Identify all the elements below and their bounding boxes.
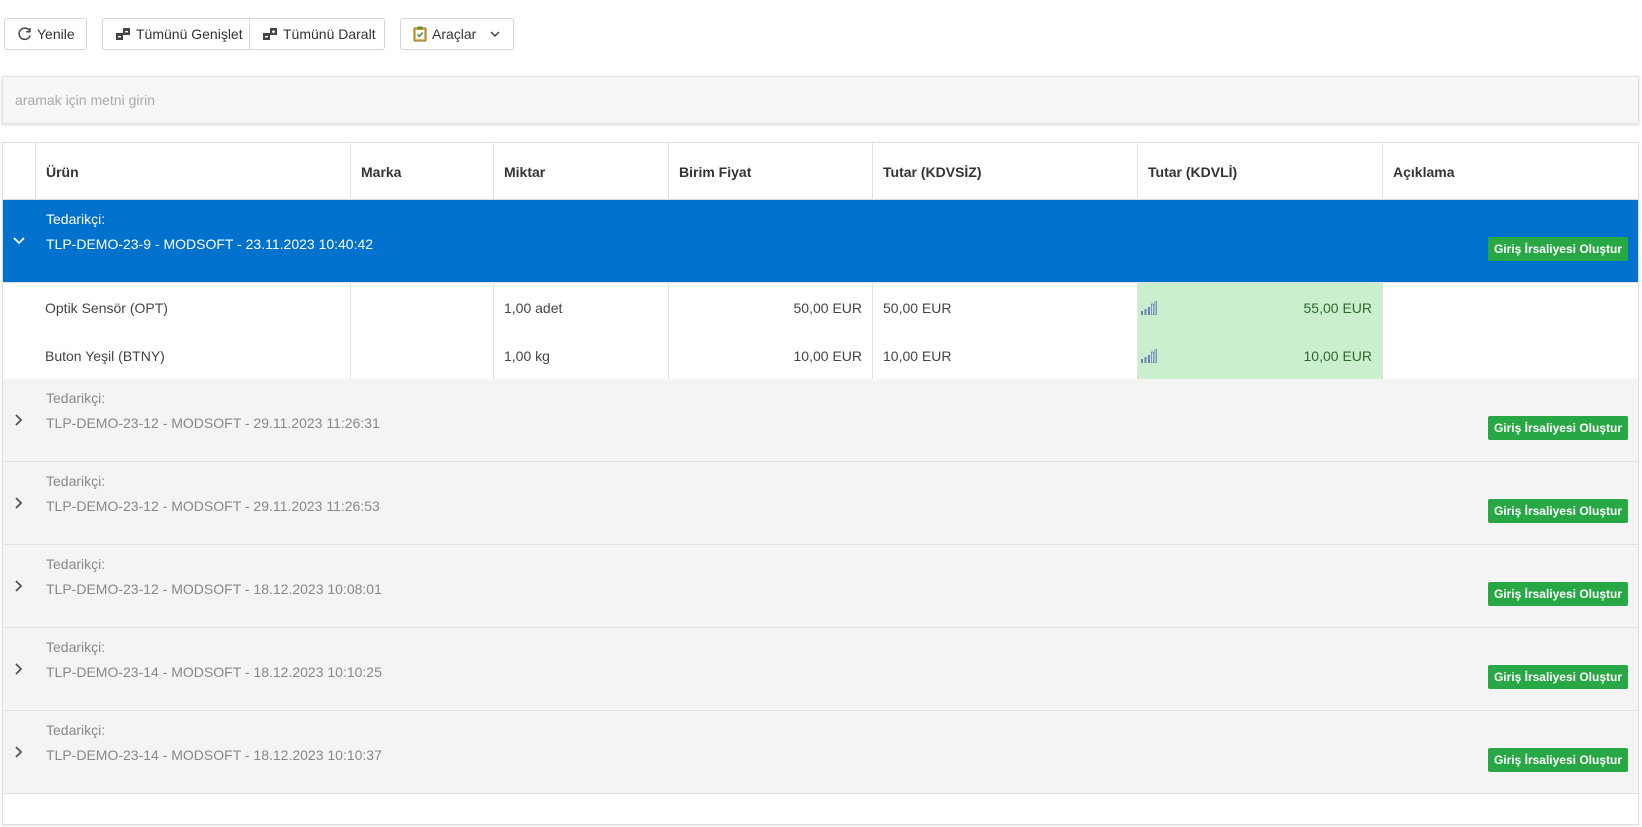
group-row[interactable]: Tedarikçi: TLP-DEMO-23-9 - MODSOFT - 23.… [3, 200, 1638, 283]
chevron-down-icon[interactable] [12, 234, 26, 248]
signal-bars-icon [1141, 348, 1158, 364]
group-row[interactable]: Tedarikçi: TLP-DEMO-23-14 - MODSOFT - 18… [3, 711, 1638, 794]
cell-brand [350, 283, 493, 332]
collapse-all-icon [262, 25, 278, 43]
collapse-all-label: Tümünü Daralt [283, 26, 376, 42]
cell-qty: 1,00 adet [493, 283, 668, 332]
expand-all-label: Tümünü Genişlet [136, 26, 243, 42]
chevron-down-icon [488, 25, 501, 43]
group-label: Tedarikçi: [46, 722, 106, 738]
cell-net: 10,00 EUR [872, 331, 1137, 380]
group-title: TLP-DEMO-23-14 - MODSOFT - 18.12.2023 10… [46, 747, 382, 763]
header-urun[interactable]: Ürün [35, 143, 350, 200]
table-row[interactable]: Buton Yeşil (BTNY) 1,00 kg 10,00 EUR 10,… [3, 331, 1638, 381]
grid-header: Ürün Marka Miktar Birim Fiyat Tutar (KDV… [3, 143, 1638, 200]
group-label: Tedarikçi: [46, 211, 106, 227]
group-title: TLP-DEMO-23-14 - MODSOFT - 18.12.2023 10… [46, 664, 382, 680]
header-tutar-kdvli[interactable]: Tutar (KDVLİ) [1137, 143, 1382, 200]
group-title: TLP-DEMO-23-12 - MODSOFT - 29.11.2023 11… [46, 415, 380, 431]
group-label: Tedarikçi: [46, 556, 106, 572]
header-marka[interactable]: Marka [350, 143, 493, 200]
create-receipt-button[interactable]: Giriş İrsaliyesi Oluştur [1487, 237, 1628, 261]
signal-bars-icon [1141, 300, 1158, 316]
group-title: TLP-DEMO-23-12 - MODSOFT - 29.11.2023 11… [46, 498, 380, 514]
expand-all-button[interactable]: Tümünü Genişlet [102, 18, 250, 50]
clipboard-icon [413, 25, 427, 43]
cell-gross-value: 55,00 EUR [1303, 299, 1372, 316]
cell-qty: 1,00 kg [493, 331, 668, 380]
header-miktar[interactable]: Miktar [493, 143, 668, 200]
chevron-right-icon[interactable] [12, 662, 26, 676]
group-label: Tedarikçi: [46, 473, 106, 489]
refresh-icon [17, 25, 32, 43]
cell-gross: 10,00 EUR [1137, 331, 1382, 380]
collapse-all-button[interactable]: Tümünü Daralt [250, 18, 385, 50]
table-row[interactable]: Optik Sensör (OPT) 1,00 adet 50,00 EUR 5… [3, 283, 1638, 333]
header-aciklama[interactable]: Açıklama [1382, 143, 1638, 200]
group-row[interactable]: Tedarikçi: TLP-DEMO-23-14 - MODSOFT - 18… [3, 628, 1638, 711]
create-receipt-button[interactable]: Giriş İrsaliyesi Oluştur [1487, 416, 1628, 440]
chevron-right-icon[interactable] [12, 745, 26, 759]
chevron-right-icon[interactable] [12, 413, 26, 427]
group-row[interactable]: Tedarikçi: TLP-DEMO-23-12 - MODSOFT - 29… [3, 462, 1638, 545]
group-row[interactable]: Tedarikçi: TLP-DEMO-23-12 - MODSOFT - 18… [3, 545, 1638, 628]
group-label: Tedarikçi: [46, 639, 106, 655]
cell-gross-value: 10,00 EUR [1303, 347, 1372, 364]
refresh-label: Yenile [37, 26, 75, 42]
chevron-right-icon[interactable] [12, 496, 26, 510]
tools-label: Araçlar [432, 26, 477, 42]
expand-all-icon [115, 25, 131, 43]
group-label: Tedarikçi: [46, 390, 106, 406]
search-panel [2, 76, 1639, 124]
cell-gross: 55,00 EUR [1137, 283, 1382, 332]
create-receipt-button[interactable]: Giriş İrsaliyesi Oluştur [1487, 499, 1628, 523]
cell-product: Buton Yeşil (BTNY) [45, 347, 165, 364]
cell-product: Optik Sensör (OPT) [45, 299, 168, 316]
cell-note [1382, 331, 1638, 380]
group-title: TLP-DEMO-23-9 - MODSOFT - 23.11.2023 10:… [46, 236, 374, 252]
group-title: TLP-DEMO-23-12 - MODSOFT - 18.12.2023 10… [46, 581, 382, 597]
create-receipt-button[interactable]: Giriş İrsaliyesi Oluştur [1487, 665, 1628, 689]
data-grid: Ürün Marka Miktar Birim Fiyat Tutar (KDV… [2, 142, 1639, 825]
cell-note [1382, 283, 1638, 332]
header-tutar-kdvsiz[interactable]: Tutar (KDVSİZ) [872, 143, 1137, 200]
create-receipt-button[interactable]: Giriş İrsaliyesi Oluştur [1487, 582, 1628, 606]
cell-unit-price: 50,00 EUR [668, 283, 872, 332]
header-expand-column [3, 143, 35, 200]
cell-unit-price: 10,00 EUR [668, 331, 872, 380]
cell-net: 50,00 EUR [872, 283, 1137, 332]
chevron-right-icon[interactable] [12, 579, 26, 593]
create-receipt-button[interactable]: Giriş İrsaliyesi Oluştur [1487, 748, 1628, 772]
tools-dropdown-button[interactable]: Araçlar [400, 18, 514, 50]
search-input[interactable] [3, 77, 1638, 123]
refresh-button[interactable]: Yenile [4, 18, 87, 50]
group-row[interactable]: Tedarikçi: TLP-DEMO-23-12 - MODSOFT - 29… [3, 379, 1638, 462]
header-birim-fiyat[interactable]: Birim Fiyat [668, 143, 872, 200]
cell-brand [350, 331, 493, 380]
